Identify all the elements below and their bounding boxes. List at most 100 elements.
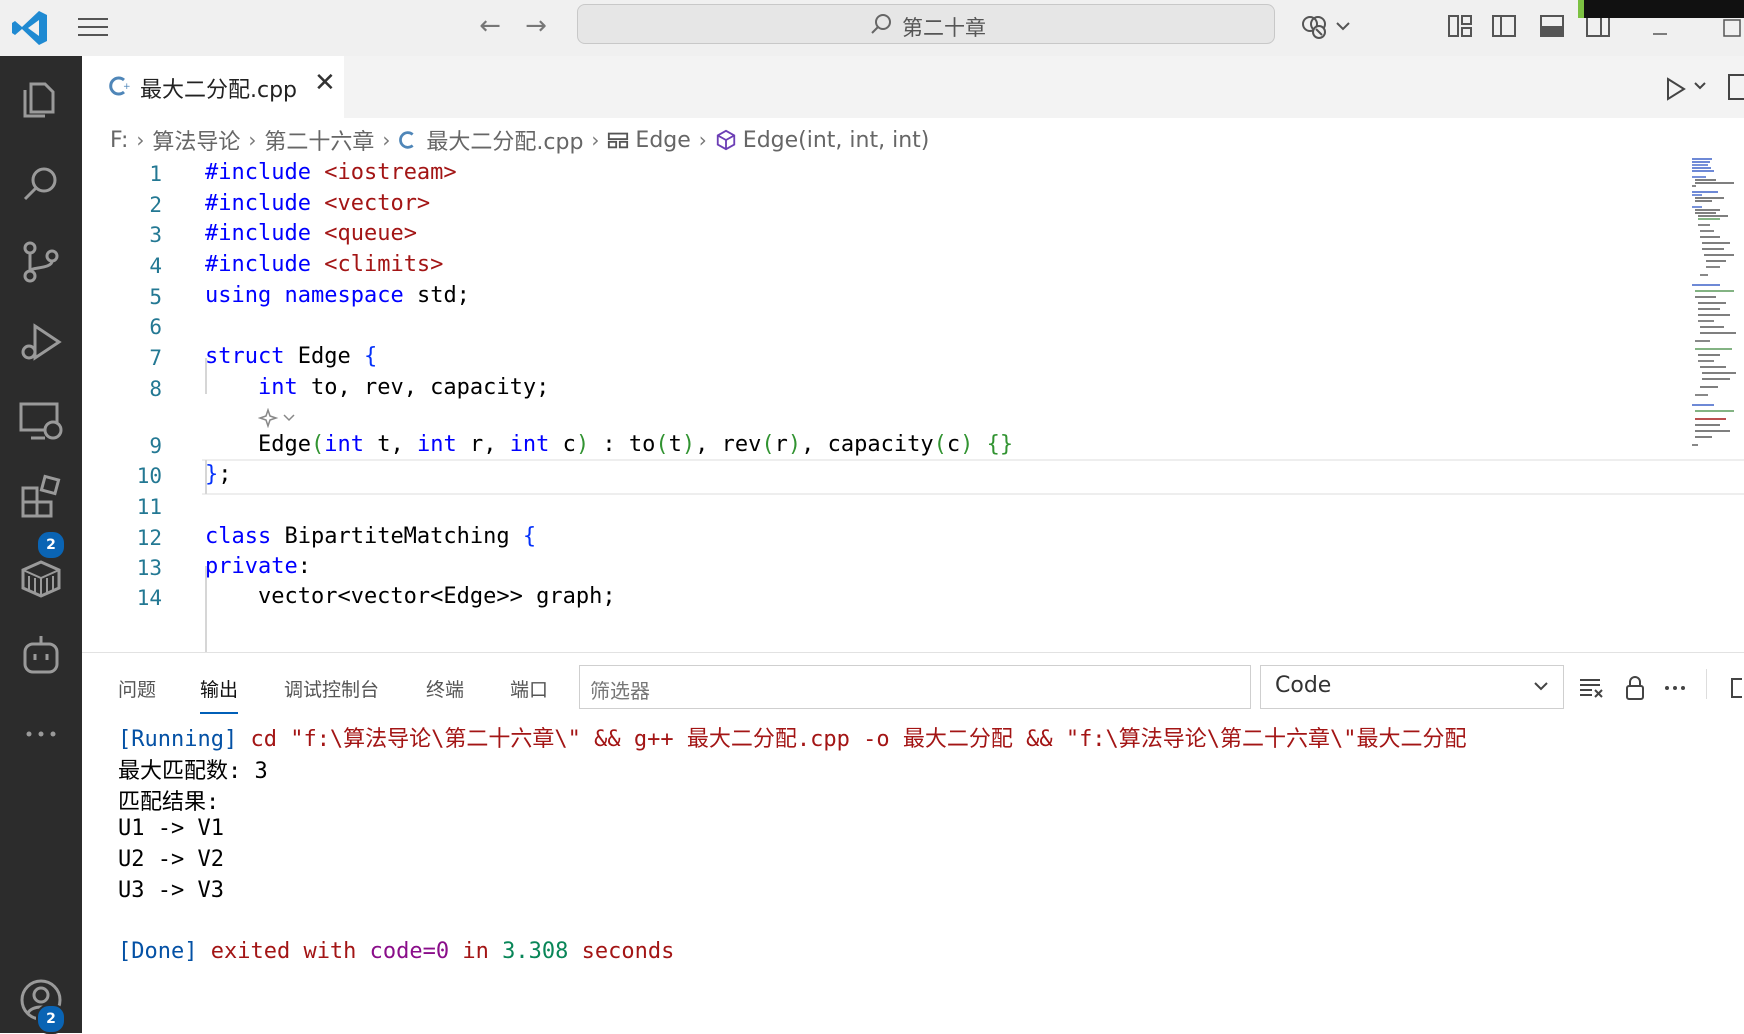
- more-actions-icon[interactable]: [1662, 675, 1688, 701]
- output-done-line: [Done] exited with code=0 in 3.308 secon…: [118, 939, 675, 964]
- line-number: 6: [149, 315, 162, 339]
- copilot-chat-icon[interactable]: [17, 632, 65, 680]
- current-line-highlight: [202, 459, 1744, 495]
- breadcrumb-chevron-icon: ›: [698, 128, 707, 152]
- line-number: 5: [149, 285, 162, 309]
- breadcrumb-item-struct[interactable]: Edge: [635, 128, 690, 153]
- customize-layout-icon[interactable]: [1446, 12, 1474, 40]
- overlay-bar: [1578, 0, 1744, 18]
- breadcrumb: F: › 算法导论 › 第二十六章 › 最大二分配.cpp › Edge › E…: [110, 124, 929, 156]
- code-line: #include <vector>: [205, 191, 431, 216]
- command-center-search[interactable]: 第二十章: [577, 4, 1275, 44]
- activity-bar: 2 2: [0, 56, 82, 1034]
- breadcrumb-chevron-icon: ›: [136, 128, 145, 152]
- search-icon: [871, 14, 891, 34]
- code-line: struct Edge {: [205, 344, 378, 369]
- line-number: 9: [149, 434, 162, 458]
- bottom-panel: 问题 输出 调试控制台 终端 端口 筛选器 Code [Running] cd …: [82, 652, 1744, 1034]
- code-line: };: [205, 462, 232, 487]
- breadcrumb-item-method[interactable]: Edge(int, int, int): [743, 128, 930, 153]
- struct-icon: [608, 132, 629, 149]
- line-number: 1: [149, 162, 162, 186]
- code-line: vector<vector<Edge>> graph;: [205, 584, 616, 609]
- run-options-chevron-icon[interactable]: [1692, 78, 1708, 94]
- code-line: Edge(int t, int r, int c) : to(t), rev(r…: [205, 432, 1014, 457]
- line-number: 10: [136, 464, 162, 488]
- line-number: 7: [149, 346, 162, 370]
- search-sidebar-icon[interactable]: [17, 160, 65, 208]
- split-editor-icon[interactable]: [1728, 74, 1744, 100]
- line-number: 13: [136, 556, 162, 580]
- cpp-file-icon: +: [109, 76, 131, 96]
- cpp-file-icon: [399, 131, 414, 149]
- remote-explorer-icon[interactable]: [17, 396, 65, 444]
- containers-icon[interactable]: [17, 554, 65, 602]
- search-text: 第二十章: [902, 16, 986, 40]
- code-editor[interactable]: 1 2 3 4 5 6 7 8 9 10 11 12 13 14 #includ…: [82, 158, 1744, 652]
- tab-output[interactable]: 输出: [200, 675, 239, 714]
- toggle-panel-icon[interactable]: [1538, 12, 1566, 40]
- clear-output-icon[interactable]: [1578, 675, 1604, 701]
- code-line: using namespace std;: [205, 283, 470, 308]
- source-control-icon[interactable]: [17, 238, 65, 286]
- vscode-logo-icon: [10, 8, 50, 48]
- tab-terminal[interactable]: 终端: [426, 675, 464, 702]
- line-number: 12: [136, 526, 162, 550]
- output-line: U2 -> V2: [118, 847, 224, 872]
- menu-icon[interactable]: [78, 14, 108, 38]
- breadcrumb-chevron-icon: ›: [248, 128, 257, 152]
- tab-ports[interactable]: 端口: [510, 675, 548, 702]
- tab-debug-console[interactable]: 调试控制台: [284, 675, 379, 702]
- line-number: 4: [149, 254, 162, 278]
- code-line: int to, rev, capacity;: [257, 375, 550, 400]
- breadcrumb-item-folder[interactable]: 算法导论: [152, 124, 240, 156]
- output-line: 最大匹配数: 3: [118, 759, 268, 784]
- title-bar: ← → 第二十章: [0, 0, 1744, 57]
- chevron-down-icon: [1534, 682, 1548, 691]
- accounts-badge: 2: [36, 1004, 66, 1034]
- minimap[interactable]: [1690, 155, 1740, 455]
- run-file-icon[interactable]: [1660, 74, 1690, 104]
- maximize-panel-icon[interactable]: [1728, 675, 1744, 701]
- tab-filename: 最大二分配.cpp: [140, 78, 298, 103]
- output-line: 匹配结果:: [118, 790, 220, 815]
- line-number: 8: [149, 377, 162, 401]
- line-number: 14: [136, 586, 162, 610]
- tab-editor-file[interactable]: + 最大二分配.cpp ✕: [82, 56, 344, 118]
- svg-text:+: +: [123, 82, 131, 92]
- toggle-sidebar-icon[interactable]: [1490, 12, 1518, 40]
- more-icon[interactable]: [17, 710, 65, 758]
- code-line: class BipartiteMatching {: [205, 524, 537, 549]
- panel-divider: [1706, 669, 1707, 699]
- close-icon[interactable]: ✕: [314, 68, 336, 98]
- chevron-down-icon[interactable]: [1334, 12, 1352, 40]
- back-arrow-icon[interactable]: ←: [474, 10, 506, 42]
- extensions-icon[interactable]: [17, 474, 65, 522]
- copilot-icon[interactable]: [1300, 12, 1328, 40]
- code-line: #include <queue>: [205, 221, 417, 246]
- run-debug-icon[interactable]: [17, 318, 65, 366]
- code-line: private:: [205, 554, 311, 579]
- line-number: 11: [136, 495, 162, 519]
- line-number: 3: [149, 223, 162, 247]
- editor-tabs: + 最大二分配.cpp ✕: [82, 56, 1744, 118]
- code-line: #include <iostream>: [205, 160, 457, 185]
- code-line: #include <climits>: [205, 252, 444, 277]
- output-line: U1 -> V1: [118, 816, 224, 841]
- output-filter-input[interactable]: 筛选器: [579, 665, 1251, 709]
- line-number: 2: [149, 193, 162, 217]
- explorer-icon[interactable]: [17, 74, 65, 122]
- breadcrumb-chevron-icon: ›: [591, 128, 600, 152]
- method-cube-icon: [716, 129, 735, 151]
- breadcrumb-item-subfolder[interactable]: 第二十六章: [264, 124, 374, 156]
- lock-icon[interactable]: [1622, 675, 1648, 701]
- breadcrumb-chevron-icon: ›: [382, 128, 391, 152]
- copilot-sparkle-icon[interactable]: [258, 408, 302, 428]
- output-channel-value: Code: [1275, 673, 1332, 698]
- tab-problems[interactable]: 问题: [118, 675, 156, 702]
- breadcrumb-item-file[interactable]: 最大二分配.cpp: [426, 124, 583, 156]
- breadcrumb-item-drive[interactable]: F:: [110, 128, 128, 153]
- output-channel-select[interactable]: Code: [1260, 665, 1564, 709]
- output-line: U3 -> V3: [118, 878, 224, 903]
- forward-arrow-icon[interactable]: →: [520, 10, 552, 42]
